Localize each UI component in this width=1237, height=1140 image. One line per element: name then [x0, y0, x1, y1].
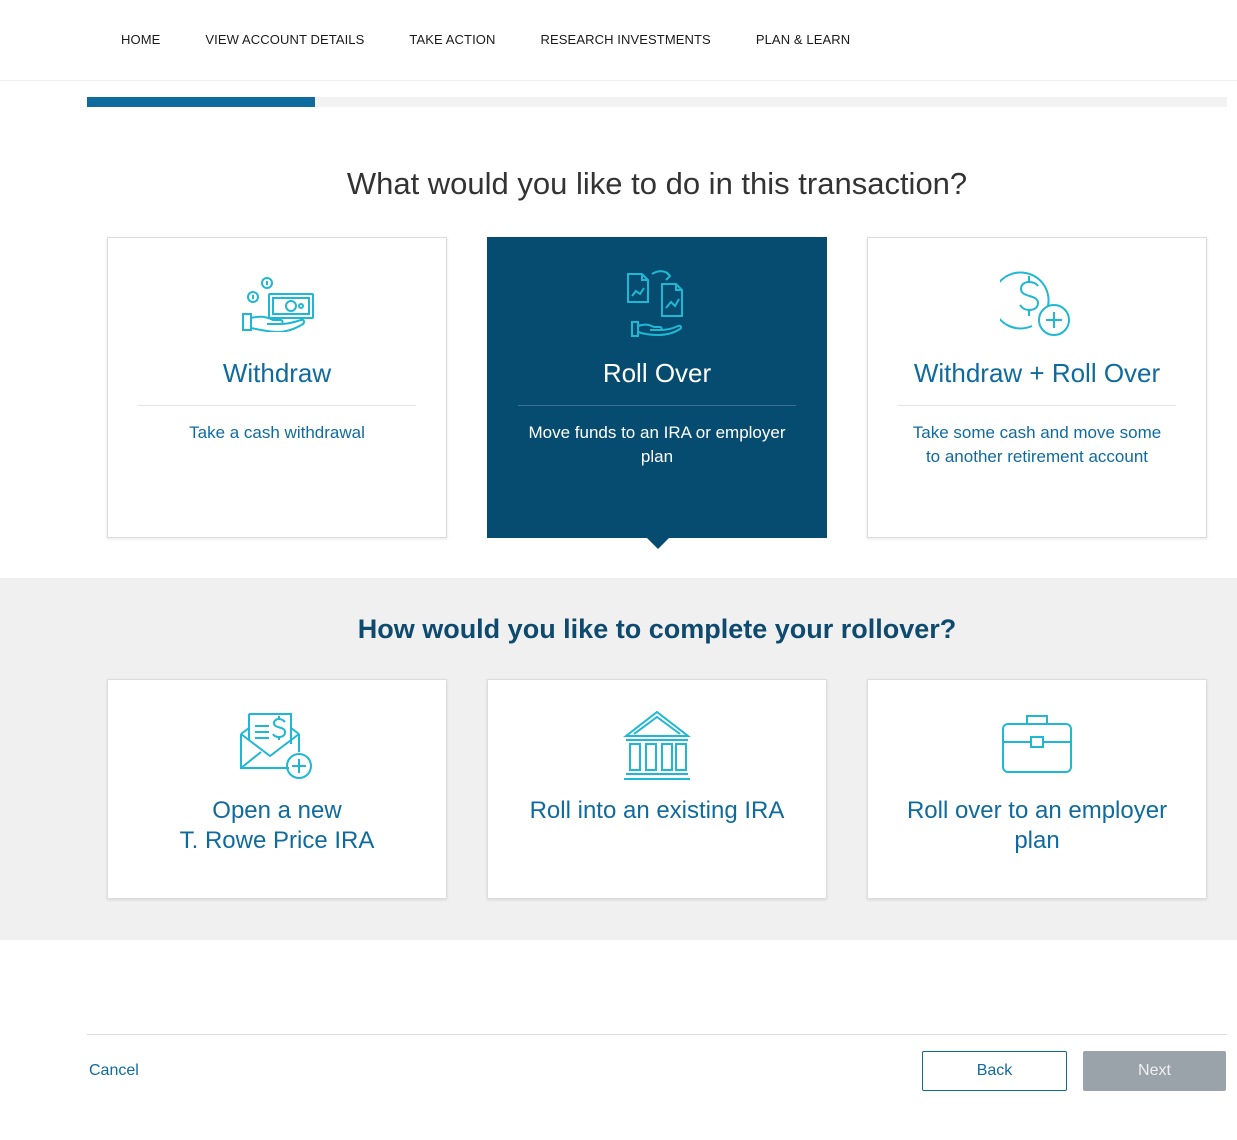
option-title-line2: plan [1014, 827, 1060, 854]
next-button[interactable]: Next [1083, 1051, 1226, 1091]
nav-list: HOME VIEW ACCOUNT DETAILS TAKE ACTION RE… [121, 32, 895, 47]
cancel-link[interactable]: Cancel [89, 1062, 139, 1080]
top-navigation: HOME VIEW ACCOUNT DETAILS TAKE ACTION RE… [0, 0, 1237, 81]
rollover-question: How would you like to complete your roll… [357, 614, 957, 644]
dollar-plus-icon [868, 266, 1206, 338]
progress-fill [87, 97, 315, 107]
documents-transfer-icon [488, 268, 826, 340]
option-title: Roll into an existing IRA [529, 797, 785, 824]
option-description: Move funds to an IRA or employer plan [528, 423, 786, 466]
progress-bar [87, 97, 1227, 107]
briefcase-icon [868, 712, 1206, 776]
nav-plan-and-learn[interactable]: PLAN & LEARN [756, 32, 850, 47]
option-withdraw-card[interactable]: Withdraw Take a cash withdrawal [107, 237, 447, 538]
option-employer-plan-card[interactable]: Roll over to an employer plan [867, 679, 1207, 899]
option-title-line1: Open a new [212, 797, 342, 824]
option-open-new-ira-card[interactable]: Open a new T. Rowe Price IRA [107, 679, 447, 899]
nav-take-action[interactable]: TAKE ACTION [409, 32, 495, 47]
option-divider [898, 405, 1176, 406]
footer-divider [87, 1034, 1227, 1035]
option-title-line1: Roll over to an employer [906, 797, 1168, 824]
nav-home[interactable]: HOME [121, 32, 160, 47]
selected-pointer [646, 537, 670, 549]
option-title-line2: T. Rowe Price IRA [179, 827, 375, 854]
option-title: Withdraw [222, 358, 332, 388]
nav-research-investments[interactable]: RESEARCH INVESTMENTS [541, 32, 711, 47]
option-description: Take some cash and move some to another … [912, 423, 1162, 466]
option-title: Withdraw + Roll Over [913, 358, 1161, 388]
transaction-question: What would you like to do in this transa… [346, 166, 968, 201]
option-withdraw-rollover-card[interactable]: Withdraw + Roll Over Take some cash and … [867, 237, 1207, 538]
option-title: Roll Over [602, 358, 712, 388]
back-button[interactable]: Back [922, 1051, 1067, 1091]
nav-view-account-details[interactable]: VIEW ACCOUNT DETAILS [205, 32, 364, 47]
option-divider [138, 405, 416, 406]
bank-icon [488, 710, 826, 782]
option-description: Take a cash withdrawal [189, 423, 365, 442]
option-rollover-card[interactable]: Roll Over Move funds to an IRA or employ… [487, 237, 827, 549]
option-existing-ira-card[interactable]: Roll into an existing IRA [487, 679, 827, 899]
envelope-dollar-plus-icon [108, 710, 446, 780]
cash-hand-icon [108, 274, 446, 332]
option-divider [518, 405, 796, 406]
